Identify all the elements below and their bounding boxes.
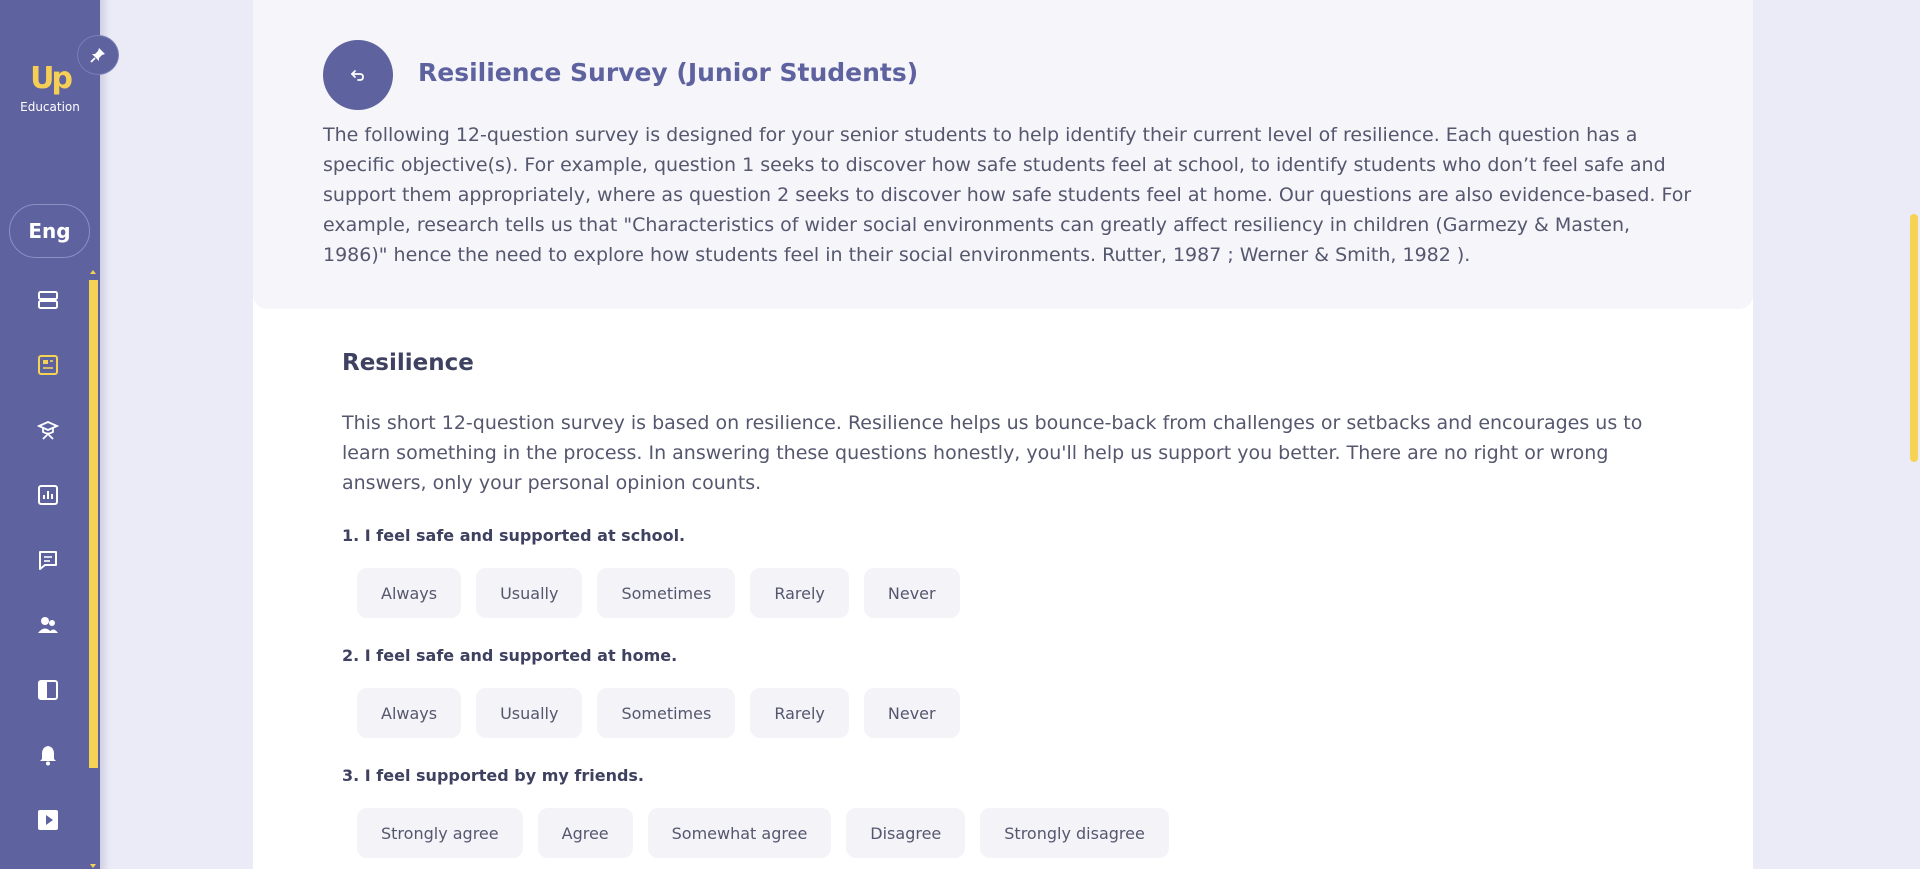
news-icon[interactable] xyxy=(32,349,64,381)
server-icon[interactable] xyxy=(32,284,64,316)
q1-option-always[interactable]: Always xyxy=(357,568,462,618)
panel-icon[interactable] xyxy=(32,674,64,706)
q2-option-usually[interactable]: Usually xyxy=(476,688,583,738)
q1-option-rarely[interactable]: Rarely xyxy=(750,568,849,618)
question-3: 3. I feel supported by my friends. xyxy=(342,766,645,785)
pin-button[interactable] xyxy=(77,35,119,75)
back-button[interactable] xyxy=(323,40,393,110)
q2-option-sometimes[interactable]: Sometimes xyxy=(597,688,736,738)
q3-option-strongly-disagree[interactable]: Strongly disagree xyxy=(980,808,1169,858)
q1-option-never[interactable]: Never xyxy=(863,568,960,618)
q3-option-agree[interactable]: Agree xyxy=(537,808,633,858)
page-title: Resilience Survey (Junior Students) xyxy=(418,58,919,87)
question-3-options: Strongly agree Agree Somewhat agree Disa… xyxy=(357,808,1169,858)
bell-icon[interactable] xyxy=(32,739,64,771)
q3-option-disagree[interactable]: Disagree xyxy=(846,808,966,858)
q3-option-somewhat-agree[interactable]: Somewhat agree xyxy=(647,808,832,858)
back-arrow-icon xyxy=(351,70,364,81)
chat-icon[interactable] xyxy=(32,544,64,576)
survey-header-top xyxy=(253,0,1753,20)
language-button[interactable]: Eng xyxy=(9,204,90,258)
q2-option-rarely[interactable]: Rarely xyxy=(750,688,849,738)
question-2-options: Always Usually Sometimes Rarely Never xyxy=(357,688,960,738)
section-description: This short 12-question survey is based o… xyxy=(342,412,1643,494)
scroll-down-arrow[interactable] xyxy=(90,864,96,868)
question-2: 2. I feel safe and supported at home. xyxy=(342,646,678,665)
survey-intro: The following 12-question survey is desi… xyxy=(323,124,1692,266)
q3-option-strongly-agree[interactable]: Strongly agree xyxy=(357,808,523,858)
video-icon[interactable] xyxy=(32,804,64,836)
sidebar-scroll-thumb[interactable] xyxy=(89,280,98,768)
chart-icon[interactable] xyxy=(32,479,64,511)
q1-option-usually[interactable]: Usually xyxy=(476,568,583,618)
q2-option-never[interactable]: Never xyxy=(863,688,960,738)
question-1-options: Always Usually Sometimes Rarely Never xyxy=(357,568,960,618)
users-icon[interactable] xyxy=(32,609,64,641)
sidebar-shadow xyxy=(100,0,110,869)
q1-option-sometimes[interactable]: Sometimes xyxy=(597,568,736,618)
q2-option-always[interactable]: Always xyxy=(357,688,462,738)
graduate-icon[interactable] xyxy=(32,414,64,446)
page-scrollbar-thumb[interactable] xyxy=(1910,214,1918,462)
logo-text: Education xyxy=(20,100,80,114)
pin-icon xyxy=(90,48,105,63)
sidebar-scrollbar[interactable] xyxy=(89,270,98,868)
section-title: Resilience xyxy=(342,350,474,376)
scroll-up-arrow[interactable] xyxy=(90,270,96,274)
sidebar: Up Education Eng xyxy=(0,0,100,869)
question-1: 1. I feel safe and supported at school. xyxy=(342,526,686,545)
